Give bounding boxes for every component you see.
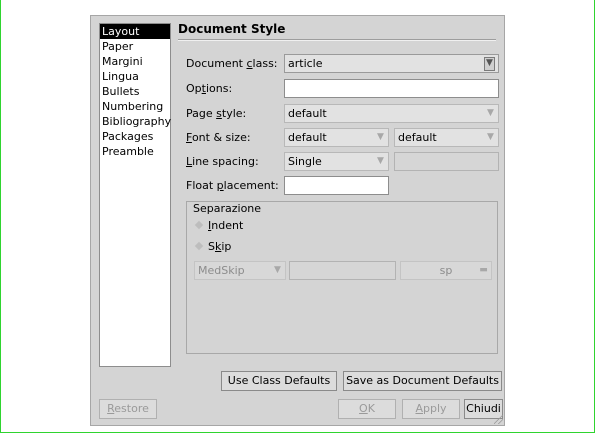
line-spacing-label: Line spacing: xyxy=(186,155,259,168)
save-as-document-defaults-button[interactable]: Save as Document Defaults xyxy=(343,371,502,391)
document-class-value: article xyxy=(288,57,323,70)
document-settings-dialog: Layout Paper Margini Lingua Bullets Numb… xyxy=(90,15,505,426)
options-input[interactable] xyxy=(284,79,499,98)
skip-unit-value: sp xyxy=(439,264,453,277)
radio-diamond-icon xyxy=(194,220,204,230)
use-class-defaults-button[interactable]: Use Class Defaults xyxy=(221,371,337,391)
title-divider xyxy=(178,39,496,41)
radio-diamond-icon xyxy=(194,241,204,251)
skip-length-input[interactable] xyxy=(289,261,396,280)
line-spacing-value: Single xyxy=(288,155,322,168)
page-style-select[interactable]: default ▼ xyxy=(284,104,499,123)
combo-arrow-icon: ▼ xyxy=(487,132,494,142)
font-size-label: Font & size: xyxy=(186,131,251,144)
sidebar-item-lingua[interactable]: Lingua xyxy=(100,69,170,84)
separation-legend: Separazione xyxy=(191,202,264,215)
combo-arrow-icon: ▼ xyxy=(487,108,494,118)
options-label: Options: xyxy=(186,82,233,95)
font-size-select[interactable]: default ▼ xyxy=(394,128,499,147)
sidebar-item-paper[interactable]: Paper xyxy=(100,39,170,54)
combo-arrow-icon: ▼ xyxy=(377,132,384,142)
line-spacing-select[interactable]: Single ▼ xyxy=(284,152,389,171)
float-placement-input[interactable] xyxy=(284,176,389,195)
settings-category-list[interactable]: Layout Paper Margini Lingua Bullets Numb… xyxy=(99,23,171,367)
section-title: Document Style xyxy=(178,22,286,36)
sidebar-item-bibliography[interactable]: Bibliography xyxy=(100,114,171,129)
line-spacing-custom-input[interactable] xyxy=(394,152,499,171)
skip-unit-select[interactable]: sp ▬ xyxy=(400,261,492,280)
combo-arrow-icon: ▼ xyxy=(274,265,281,275)
page-style-label: Page style: xyxy=(186,107,247,120)
combo-dash-icon: ▬ xyxy=(479,265,488,275)
restore-button[interactable]: Restore xyxy=(99,399,157,419)
page-style-value: default xyxy=(288,107,327,120)
document-class-label: Document class: xyxy=(186,57,278,70)
sidebar-item-packages[interactable]: Packages xyxy=(100,129,170,144)
document-class-select[interactable]: article ▼ xyxy=(284,54,499,73)
sidebar-item-preamble[interactable]: Preamble xyxy=(100,144,170,159)
resize-grip-icon[interactable] xyxy=(494,415,503,424)
font-family-value: default xyxy=(288,131,327,144)
float-placement-label: Float placement: xyxy=(186,179,279,192)
sidebar-item-numbering[interactable]: Numbering xyxy=(100,99,170,114)
skip-amount-value: MedSkip xyxy=(198,264,245,277)
sidebar-item-bullets[interactable]: Bullets xyxy=(100,84,170,99)
sidebar-item-margini[interactable]: Margini xyxy=(100,54,170,69)
font-family-select[interactable]: default ▼ xyxy=(284,128,389,147)
apply-button[interactable]: Apply xyxy=(402,399,460,419)
ok-button[interactable]: OK xyxy=(338,399,396,419)
font-size-value: default xyxy=(398,131,437,144)
skip-radio[interactable]: Skip xyxy=(194,240,231,253)
combo-arrow-icon: ▼ xyxy=(377,156,384,166)
indent-radio[interactable]: Indent xyxy=(194,219,243,232)
sidebar-item-layout[interactable]: Layout xyxy=(100,24,170,39)
skip-amount-select[interactable]: MedSkip ▼ xyxy=(194,261,286,280)
combo-arrow-icon: ▼ xyxy=(484,57,495,71)
